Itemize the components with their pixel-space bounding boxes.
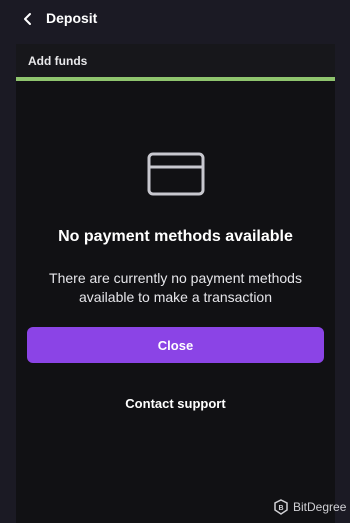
progress-bar xyxy=(16,77,335,81)
page-title: Deposit xyxy=(46,10,98,26)
deposit-panel: Add funds No payment methods available T… xyxy=(16,44,335,523)
watermark-text: BitDegree xyxy=(293,500,347,514)
credit-card-icon xyxy=(147,152,205,196)
empty-state-description: There are currently no payment methods a… xyxy=(49,270,302,305)
progress-fill xyxy=(16,77,335,81)
watermark: B BitDegree xyxy=(274,498,346,516)
section-title: Add funds xyxy=(28,53,88,68)
back-button[interactable] xyxy=(18,9,38,29)
close-button[interactable]: Close xyxy=(27,327,324,363)
empty-state-headline: No payment methods available xyxy=(58,228,293,245)
section-header: Add funds xyxy=(16,44,335,77)
bitdegree-logo: B xyxy=(274,499,288,515)
chevron-left-icon xyxy=(24,13,31,25)
contact-support-link[interactable]: Contact support xyxy=(16,396,335,411)
svg-text:B: B xyxy=(278,505,283,512)
top-bar: Deposit xyxy=(0,0,350,38)
